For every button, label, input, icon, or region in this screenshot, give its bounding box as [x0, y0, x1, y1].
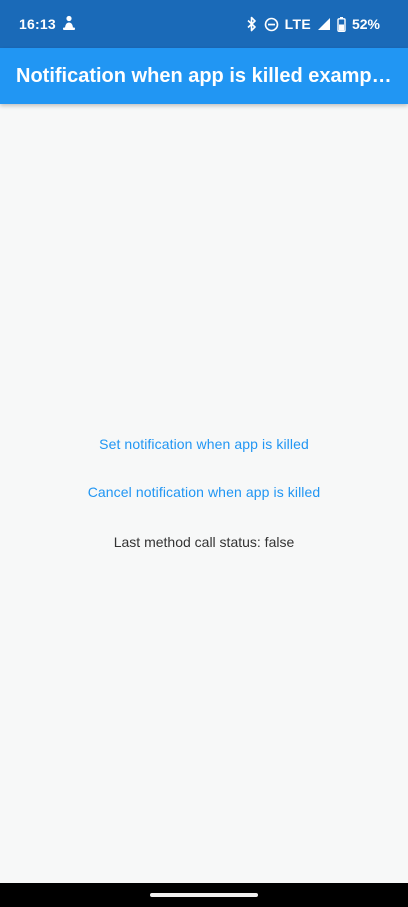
- battery-icon: [337, 16, 346, 32]
- do-not-disturb-icon: [264, 17, 279, 32]
- cancel-notification-button[interactable]: Cancel notification when app is killed: [0, 474, 408, 510]
- status-bar: 16:13 LTE 52%: [0, 0, 408, 48]
- set-notification-button[interactable]: Set notification when app is killed: [0, 426, 408, 462]
- battery-level: 52%: [351, 16, 380, 32]
- main-content: Set notification when app is killed Canc…: [0, 104, 408, 883]
- page-title: Notification when app is killed example …: [16, 65, 394, 87]
- network-type: LTE: [284, 16, 311, 32]
- notification-person-icon: [63, 15, 75, 30]
- status-time: 16:13: [19, 16, 56, 32]
- cellular-signal-icon: [317, 17, 331, 31]
- bluetooth-icon: [246, 16, 258, 32]
- method-call-status-text: Last method call status: false: [113, 534, 295, 550]
- status-right-group: LTE 52%: [246, 14, 380, 34]
- app-bar: Notification when app is killed example …: [0, 48, 408, 104]
- gesture-navigation-handle[interactable]: [150, 893, 258, 897]
- system-navigation-bar: [0, 883, 408, 907]
